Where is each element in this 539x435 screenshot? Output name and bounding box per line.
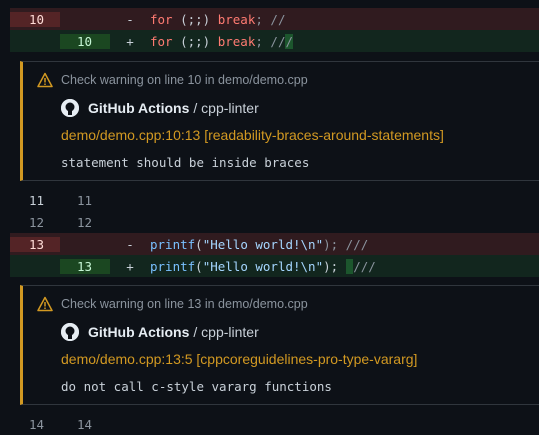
diff-line-context[interactable]: 14 14 (10, 413, 539, 435)
code-text: for (;;) break; /// (150, 33, 294, 49)
new-line-number[interactable]: 10 (60, 33, 110, 49)
diff-line-context[interactable]: 11 11 (10, 189, 539, 211)
new-line-number[interactable]: 13 (60, 258, 110, 274)
check-annotation: Check warning on line 10 in demo/demo.cp… (20, 61, 539, 181)
comment: ); /// (323, 236, 369, 252)
code-fragment: ( (195, 258, 203, 274)
code-fragment: ( (195, 236, 203, 252)
old-line-number[interactable]: 13 (10, 236, 60, 252)
keyword-for: for (150, 33, 173, 49)
highlighted-change: / (285, 33, 294, 49)
diff-sign: + (126, 33, 134, 49)
diff-sign: + (126, 258, 134, 274)
annotation-title: Check warning on line 13 in demo/demo.cp… (37, 296, 308, 312)
code-text: printf("Hello world!\n"); /// (150, 237, 368, 252)
annotation-source: GitHub Actions / cpp-linter (61, 323, 259, 341)
github-logo-icon (61, 323, 79, 341)
code-fragment: ); (323, 258, 346, 274)
new-line-number[interactable]: 14 (60, 417, 110, 432)
annotation-title-text: Check warning on line 13 in demo/demo.cp… (61, 297, 308, 311)
check-id: demo/demo.cpp:13:5 [cppcoreguidelines-pr… (61, 351, 418, 367)
source-workflow-link[interactable]: / cpp-linter (193, 324, 258, 340)
diff-line-added[interactable]: 13 + printf("Hello world!\n"); /// (10, 255, 539, 277)
source-app-link[interactable]: GitHub Actions (88, 100, 189, 116)
code-text: printf("Hello world!\n"); /// (150, 258, 376, 274)
string-literal: "Hello world!\n" (202, 258, 324, 274)
check-message: do not call c-style vararg functions (61, 379, 332, 394)
warning-icon (37, 296, 53, 312)
old-line-number[interactable]: 14 (10, 417, 60, 432)
old-line-number[interactable]: 10 (10, 11, 60, 27)
diff-line-deleted[interactable]: 13 - printf("Hello world!\n"); /// (10, 233, 539, 255)
diff-sign: - (126, 11, 134, 27)
warning-icon (37, 72, 53, 88)
annotation-source: GitHub Actions / cpp-linter (61, 99, 259, 117)
string-literal: "Hello world!\n" (202, 236, 324, 252)
code-text: for (;;) break; // (150, 12, 285, 27)
code-fragment: (;;) (172, 33, 218, 49)
new-line-number[interactable]: 12 (60, 215, 110, 230)
check-annotation: Check warning on line 13 in demo/demo.cp… (20, 285, 539, 405)
diff-line-deleted[interactable]: 10 - for (;;) break; // (10, 8, 539, 30)
check-message: statement should be inside braces (61, 155, 310, 170)
comment: ; // (255, 11, 286, 27)
source-workflow-link[interactable]: / cpp-linter (193, 100, 258, 116)
function-name: printf (150, 236, 196, 252)
source-app-link[interactable]: GitHub Actions (88, 324, 189, 340)
new-line-number[interactable]: 11 (60, 193, 110, 208)
keyword-break: break (217, 33, 256, 49)
diff-sign: - (126, 236, 134, 252)
check-id: demo/demo.cpp:10:13 [readability-braces-… (61, 127, 444, 143)
comment: ; // (255, 33, 286, 49)
annotation-title: Check warning on line 10 in demo/demo.cp… (37, 72, 308, 88)
keyword-break: break (217, 11, 256, 27)
old-line-number[interactable]: 12 (10, 215, 60, 230)
function-name: printf (150, 258, 196, 274)
github-logo-icon (61, 99, 79, 117)
diff-line-context[interactable]: 12 12 (10, 211, 539, 233)
diff-line-added[interactable]: 10 + for (;;) break; /// (10, 30, 539, 52)
annotation-title-text: Check warning on line 10 in demo/demo.cp… (61, 73, 308, 87)
keyword-for: for (150, 11, 173, 27)
comment: /// (353, 258, 376, 274)
old-line-number[interactable]: 11 (10, 193, 60, 208)
code-fragment: (;;) (172, 11, 218, 27)
